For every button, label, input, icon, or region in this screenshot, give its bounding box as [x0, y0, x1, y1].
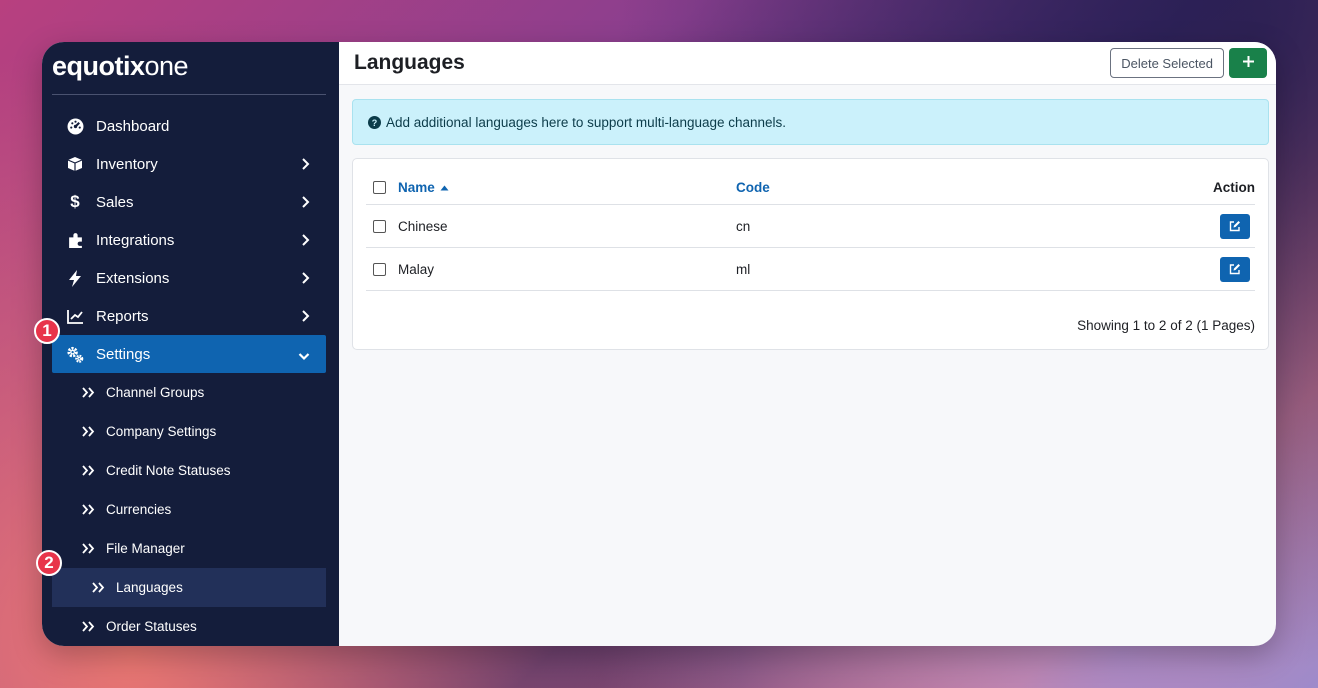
chart-line-icon — [66, 307, 84, 325]
logo-suffix: one — [144, 51, 189, 81]
box-icon — [66, 155, 84, 173]
sidebar-item-settings[interactable]: Settings — [52, 335, 326, 373]
sidebar-item-label: Dashboard — [96, 117, 170, 135]
sidebar-sub-credit-note-statuses[interactable]: Credit Note Statuses — [52, 451, 326, 490]
name-header-label: Name — [398, 180, 435, 195]
table-header-row: Name Code Action — [366, 171, 1255, 205]
double-chevron-icon — [82, 426, 96, 437]
info-alert: ? Add additional languages here to suppo… — [352, 99, 1269, 145]
sidebar-sub-label: Credit Note Statuses — [106, 463, 231, 478]
sidebar-sub-file-manager[interactable]: File Manager — [52, 529, 326, 568]
delete-selected-button[interactable]: Delete Selected — [1110, 48, 1224, 78]
pagination-summary: Showing 1 to 2 of 2 (1 Pages) — [1077, 318, 1255, 333]
sidebar-item-label: Extensions — [96, 269, 170, 287]
action-column-header: Action — [1213, 180, 1255, 195]
sidebar-item-label: Settings — [96, 345, 151, 363]
select-all-checkbox[interactable] — [373, 181, 386, 194]
double-chevron-icon — [82, 387, 96, 398]
edit-button[interactable] — [1220, 213, 1250, 239]
sidebar-item-label: Integrations — [96, 231, 175, 249]
sidebar-item-sales[interactable]: $ Sales — [52, 183, 326, 221]
logo-main: equotix — [52, 51, 145, 81]
alert-text: Add additional languages here to support… — [386, 114, 787, 130]
puzzle-icon — [66, 231, 84, 249]
double-chevron-icon — [82, 543, 96, 554]
chevron-right-icon — [301, 271, 310, 289]
bolt-icon — [66, 269, 84, 287]
row-code: cn — [736, 218, 751, 234]
edit-icon — [1229, 220, 1241, 232]
step-badge-1: 1 — [34, 318, 60, 344]
edit-icon — [1229, 263, 1241, 275]
chevron-right-icon — [301, 233, 310, 251]
app-window: equotix one Dashboard Inventory $ Sales … — [42, 42, 1276, 646]
sidebar-sub-order-statuses[interactable]: Order Statuses — [52, 607, 326, 646]
sidebar-item-extensions[interactable]: Extensions — [52, 259, 326, 297]
plus-icon — [1242, 55, 1255, 71]
chevron-right-icon — [301, 195, 310, 213]
main-content: Languages Delete Selected ? Add addition… — [339, 42, 1276, 646]
row-code: ml — [736, 261, 751, 277]
sidebar-sub-languages[interactable]: Languages — [52, 568, 326, 607]
sidebar-sub-label: Currencies — [106, 502, 172, 517]
dashboard-icon — [66, 117, 84, 135]
sidebar-item-label: Inventory — [96, 155, 158, 173]
sidebar-item-dashboard[interactable]: Dashboard — [52, 107, 326, 145]
double-chevron-icon — [82, 504, 96, 515]
double-chevron-icon — [92, 582, 106, 593]
step-badge-2: 2 — [36, 550, 62, 576]
sidebar-item-inventory[interactable]: Inventory — [52, 145, 326, 183]
dollar-icon: $ — [70, 192, 80, 211]
row-checkbox[interactable] — [373, 219, 386, 233]
sidebar-item-label: Reports — [96, 307, 149, 325]
table-row: Chinese cn — [366, 205, 1255, 248]
name-column-header[interactable]: Name — [398, 180, 736, 195]
row-name: Chinese — [398, 218, 448, 234]
sidebar-sub-label: Languages — [116, 580, 183, 595]
sidebar-nav: Dashboard Inventory $ Sales Integrations… — [52, 107, 326, 646]
sidebar-item-integrations[interactable]: Integrations — [52, 221, 326, 259]
languages-table-card: Name Code Action Chinese cn Malay ml Sho… — [352, 158, 1269, 350]
chevron-right-icon — [301, 157, 310, 175]
code-column-header[interactable]: Code — [736, 180, 1135, 195]
sidebar-sub-channel-groups[interactable]: Channel Groups — [52, 373, 326, 412]
sidebar: equotix one Dashboard Inventory $ Sales … — [42, 42, 339, 646]
chevron-right-icon — [301, 309, 310, 327]
app-logo[interactable]: equotix one — [52, 42, 326, 95]
sidebar-sub-company-settings[interactable]: Company Settings — [52, 412, 326, 451]
row-name: Malay — [398, 261, 435, 277]
page-header: Languages Delete Selected — [339, 42, 1276, 85]
sidebar-sub-label: Order Statuses — [106, 619, 197, 634]
svg-text:?: ? — [372, 118, 378, 128]
sidebar-sub-currencies[interactable]: Currencies — [52, 490, 326, 529]
add-button[interactable] — [1229, 48, 1267, 78]
double-chevron-icon — [82, 465, 96, 476]
chevron-down-icon — [298, 348, 310, 365]
languages-table: Name Code Action Chinese cn Malay ml — [366, 171, 1255, 291]
sidebar-item-label: Sales — [96, 193, 134, 211]
row-checkbox[interactable] — [373, 262, 386, 276]
double-chevron-icon — [82, 621, 96, 632]
sort-asc-icon — [440, 185, 449, 191]
gears-icon — [66, 345, 84, 363]
sidebar-sub-label: File Manager — [106, 541, 185, 556]
question-circle-icon: ? — [368, 115, 381, 129]
edit-button[interactable] — [1220, 256, 1250, 282]
page-title: Languages — [354, 51, 465, 74]
sidebar-sub-label: Company Settings — [106, 424, 217, 439]
sidebar-sub-label: Channel Groups — [106, 385, 205, 400]
table-row: Malay ml — [366, 248, 1255, 291]
sidebar-item-reports[interactable]: Reports — [52, 297, 326, 335]
